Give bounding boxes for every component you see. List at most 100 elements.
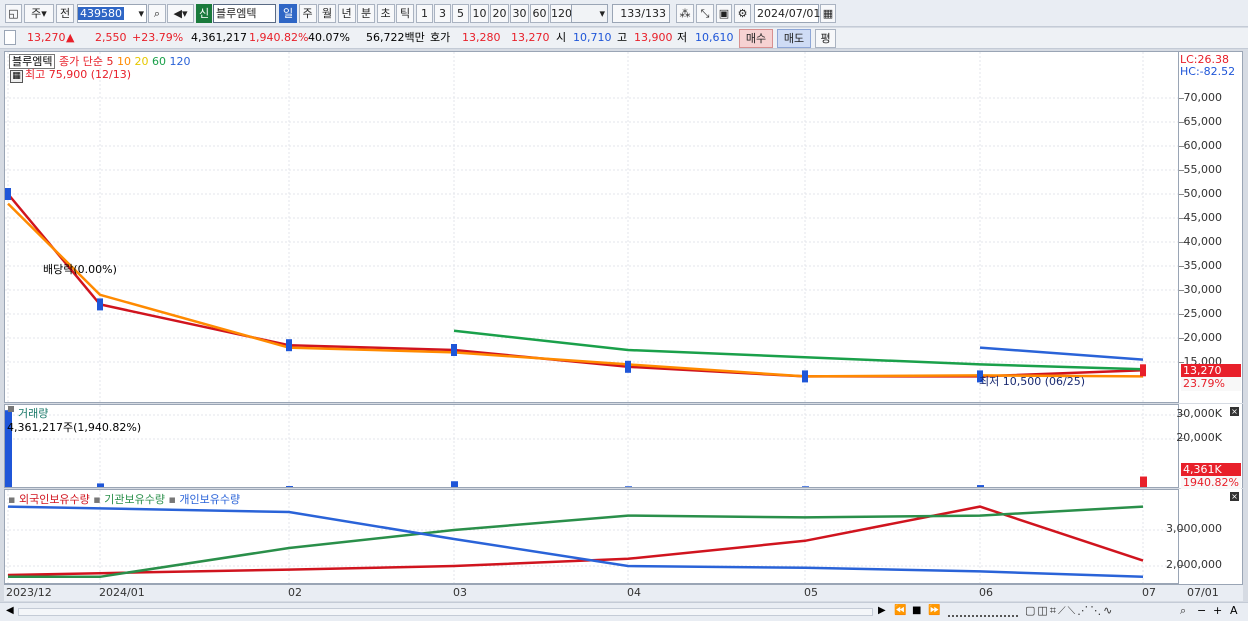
- axis-tick-label: 45,000: [1183, 211, 1223, 224]
- date-input[interactable]: 2024/07/01: [754, 4, 820, 23]
- axis-tick-label: 20,000K: [1176, 431, 1222, 444]
- volume-bar: [97, 483, 104, 487]
- period-tab-3[interactable]: 년: [337, 4, 356, 23]
- legend-ma-60: 60: [151, 55, 170, 68]
- interval-tab-30[interactable]: 30: [510, 4, 529, 23]
- period-tab-5[interactable]: 초: [376, 4, 395, 23]
- open-label: 시: [556, 31, 567, 44]
- count-value: 133: [620, 7, 642, 20]
- trade-amount: 56,722백만: [366, 31, 425, 44]
- candle: [5, 188, 11, 200]
- play-back-icon[interactable]: ⏪: [894, 605, 906, 616]
- price-axis: 15,000 20,000 25,000 30,000 35,000 40,000 45,0…: [1179, 51, 1243, 403]
- gear-icon[interactable]: ⚙: [734, 4, 751, 23]
- text-size-icon[interactable]: A: [1230, 604, 1238, 617]
- ma-line-120: [979, 346, 1144, 361]
- bottom-control-bar: ◀ ▶ ⏪ ■ ⏩ ▢◫⌗⟋⟍⋰⋱∿ ⌕ − + A: [0, 602, 1248, 621]
- volume-note: 4,361,217주(1,940.82%): [7, 421, 142, 434]
- prev-button[interactable]: 전: [56, 4, 74, 23]
- volume-percent-box: 1940.82%: [1181, 476, 1241, 490]
- volume-chart-svg: [5, 405, 1178, 487]
- zoom-in-icon[interactable]: +: [1213, 604, 1222, 617]
- low-price: 10,610: [695, 31, 734, 44]
- market-label: 주: [31, 7, 42, 20]
- quote-bar: 13,270 ▲ 2,550 +23.79% 4,361,217 1,940.8…: [0, 28, 1248, 49]
- high-label: 고: [617, 31, 628, 44]
- interval-tab-120[interactable]: 120: [550, 4, 573, 23]
- market-select[interactable]: 주▾: [24, 4, 54, 23]
- candle: [625, 360, 631, 373]
- drawing-tools-icon[interactable]: ▢◫⌗⟋⟍⋰⋱∿: [1025, 604, 1114, 618]
- interval-tab-3[interactable]: 3: [434, 4, 451, 23]
- interval-tab-10[interactable]: 10: [470, 4, 489, 23]
- holding-panel: ▪ 외국인보유수량 ▪ 기관보유수량 ▪ 개인보유수량: [4, 489, 1179, 584]
- legend-grip-icon[interactable]: ▪: [93, 493, 104, 506]
- window-menu-icon[interactable]: ◱: [5, 4, 22, 23]
- interval-tab-60[interactable]: 60: [530, 4, 549, 23]
- low-note: 최저 10,500 (06/25): [979, 375, 1086, 388]
- zoom-out-icon[interactable]: −: [1197, 604, 1206, 617]
- zoom-icon[interactable]: ⌕: [1180, 604, 1186, 618]
- period-tab-2[interactable]: 월: [318, 4, 336, 23]
- scroll-left-icon[interactable]: ◀: [6, 605, 14, 616]
- axis-tick-label: 60,000: [1183, 139, 1223, 152]
- hc-label: HC:-82.52: [1180, 65, 1236, 78]
- search-icon[interactable]: ⌕: [148, 4, 166, 23]
- volume-bar: [1140, 476, 1147, 487]
- interval-tab-1[interactable]: 1: [416, 4, 433, 23]
- candle: [286, 339, 292, 352]
- interval-tab-5[interactable]: 5: [452, 4, 469, 23]
- legend-ma-20: 20: [134, 55, 152, 68]
- legend-grip-icon[interactable]: ▪: [168, 493, 179, 506]
- zoom-slider[interactable]: [948, 607, 1018, 617]
- candle: [802, 370, 808, 383]
- speaker-icon[interactable]: ◀▾: [167, 4, 194, 23]
- play-forward-icon[interactable]: ⏩: [928, 605, 940, 616]
- save-icon[interactable]: ▣: [716, 4, 732, 23]
- interval-custom-input[interactable]: ▾: [571, 4, 608, 23]
- price-chart-svg: [5, 52, 1178, 402]
- eval-button[interactable]: 평: [815, 29, 836, 48]
- open-price: 10,710: [573, 31, 612, 44]
- count-field[interactable]: 133/133: [612, 4, 670, 23]
- stop-icon[interactable]: ■: [912, 605, 921, 616]
- axis-tick-label: 20,000: [1183, 331, 1223, 344]
- axis-tick-label: 25,000: [1183, 307, 1223, 320]
- calendar-small-icon[interactable]: ▦: [10, 70, 23, 83]
- axis-tick-label: 30,000K: [1176, 407, 1222, 420]
- count-total: /133: [641, 7, 666, 20]
- period-tab-6[interactable]: 틱: [396, 4, 414, 23]
- panel-close-icon[interactable]: ×: [1230, 407, 1239, 416]
- calendar-icon[interactable]: ▦: [820, 4, 836, 23]
- period-tab-4[interactable]: 분: [357, 4, 375, 23]
- volume: 4,361,217: [191, 31, 247, 44]
- code-value: 439580: [78, 7, 124, 20]
- change-arrow-icon: ▲: [66, 31, 75, 44]
- legend-grip-icon[interactable]: ▪: [8, 493, 19, 506]
- volume-bar: [451, 481, 458, 487]
- buy-button[interactable]: 매수: [739, 29, 773, 48]
- panel-close-icon[interactable]: ×: [1230, 492, 1239, 501]
- axis-tick-label: 70,000: [1183, 91, 1223, 104]
- crosshair-icon[interactable]: ⤡: [696, 4, 714, 23]
- legend-ma-120: 120: [169, 55, 191, 68]
- panel-grip-icon[interactable]: [8, 406, 14, 412]
- scroll-right-icon[interactable]: ▶: [878, 605, 886, 616]
- x-label: 03: [453, 586, 467, 599]
- axis-tick-label: 30,000: [1183, 283, 1223, 296]
- code-input[interactable]: 439580 ▾: [77, 4, 147, 23]
- x-label: 02: [288, 586, 302, 599]
- x-label: 07: [1142, 586, 1156, 599]
- period-tab-0[interactable]: 일: [279, 4, 297, 23]
- period-tab-1[interactable]: 주: [298, 4, 317, 23]
- holding-legend-2: 개인보유수량: [179, 493, 241, 506]
- sell-button[interactable]: 매도: [777, 29, 811, 48]
- volume-bar: [802, 486, 809, 487]
- compare-icon[interactable]: ⁂: [676, 4, 694, 23]
- axis-tick-label: 35,000: [1183, 259, 1223, 272]
- low-label: 저: [677, 31, 688, 44]
- scrollbar-track[interactable]: [18, 608, 873, 616]
- quote-toggle-icon[interactable]: [4, 30, 16, 45]
- stock-name-field[interactable]: 블루엠텍: [213, 4, 276, 23]
- interval-tab-20[interactable]: 20: [490, 4, 509, 23]
